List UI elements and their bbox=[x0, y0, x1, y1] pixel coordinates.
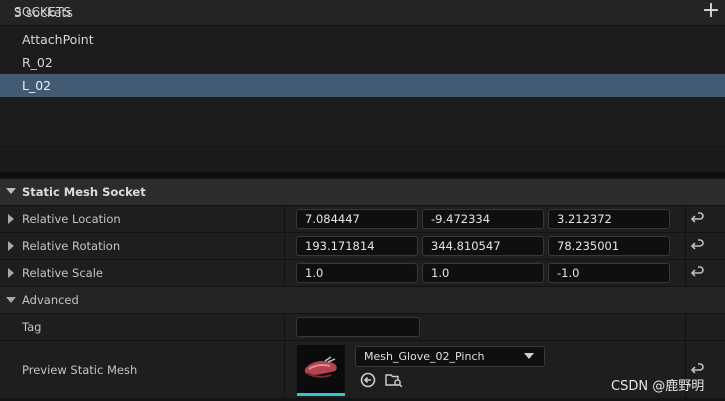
socket-count-bar bbox=[0, 147, 725, 172]
rotation-z-input[interactable]: 78.235001 bbox=[548, 236, 670, 256]
relative-location-row: Relative Location 7.084447 -9.472334 3.2… bbox=[0, 206, 725, 233]
chevron-down-icon bbox=[524, 353, 534, 359]
location-y-input[interactable]: -9.472334 bbox=[422, 209, 544, 229]
preview-static-mesh-label: Preview Static Mesh bbox=[22, 363, 138, 377]
relative-rotation-label: Relative Rotation bbox=[22, 239, 121, 253]
add-socket-button[interactable]: + bbox=[699, 0, 723, 24]
use-selected-asset-icon[interactable] bbox=[360, 372, 376, 388]
section-title: Static Mesh Socket bbox=[22, 185, 146, 199]
tag-row: Tag bbox=[0, 314, 725, 341]
advanced-label: Advanced bbox=[22, 293, 79, 307]
relative-scale-label: Relative Scale bbox=[22, 266, 103, 280]
rotation-y-input[interactable]: 344.810547 bbox=[422, 236, 544, 256]
advanced-row[interactable]: Advanced bbox=[0, 287, 725, 314]
socket-item-l02[interactable]: L_02 bbox=[0, 74, 725, 97]
mesh-asset-name: Mesh_Glove_02_Pinch bbox=[364, 350, 485, 363]
socket-item-r02[interactable]: R_02 bbox=[0, 51, 725, 74]
mesh-thumbnail[interactable] bbox=[297, 345, 345, 396]
reset-to-default-icon[interactable] bbox=[690, 265, 706, 281]
browse-asset-icon[interactable] bbox=[385, 372, 403, 388]
scale-x-input[interactable]: 1.0 bbox=[296, 263, 418, 283]
expand-arrow-icon[interactable] bbox=[8, 241, 14, 251]
tag-input[interactable] bbox=[296, 317, 420, 337]
collapse-arrow-icon[interactable] bbox=[6, 188, 16, 194]
relative-location-label: Relative Location bbox=[22, 212, 121, 226]
mesh-asset-dropdown[interactable]: Mesh_Glove_02_Pinch bbox=[355, 346, 545, 367]
static-mesh-socket-header[interactable]: Static Mesh Socket bbox=[0, 179, 725, 206]
panel-splitter[interactable] bbox=[0, 172, 725, 178]
watermark: CSDN @鹿野明 bbox=[611, 379, 705, 394]
location-z-input[interactable]: 3.212372 bbox=[548, 209, 670, 229]
socket-count: 3 sockets bbox=[14, 5, 73, 20]
rotation-x-input[interactable]: 193.171814 bbox=[296, 236, 418, 256]
glove-mesh-image bbox=[297, 345, 345, 393]
tag-label: Tag bbox=[22, 320, 42, 334]
location-x-input[interactable]: 7.084447 bbox=[296, 209, 418, 229]
scale-y-input[interactable]: 1.0 bbox=[422, 263, 544, 283]
scale-z-input[interactable]: -1.0 bbox=[548, 263, 670, 283]
sockets-header bbox=[0, 0, 725, 25]
reset-to-default-icon[interactable] bbox=[690, 211, 706, 227]
collapse-arrow-icon[interactable] bbox=[6, 297, 16, 303]
reset-to-default-icon[interactable] bbox=[690, 238, 706, 254]
relative-rotation-row: Relative Rotation 193.171814 344.810547 … bbox=[0, 233, 725, 260]
socket-list: AttachPoint R_02 L_02 bbox=[0, 26, 725, 146]
expand-arrow-icon[interactable] bbox=[8, 214, 14, 224]
relative-scale-row: Relative Scale 1.0 1.0 -1.0 bbox=[0, 260, 725, 287]
socket-item-attachpoint[interactable]: AttachPoint bbox=[0, 28, 725, 51]
expand-arrow-icon[interactable] bbox=[8, 268, 14, 278]
